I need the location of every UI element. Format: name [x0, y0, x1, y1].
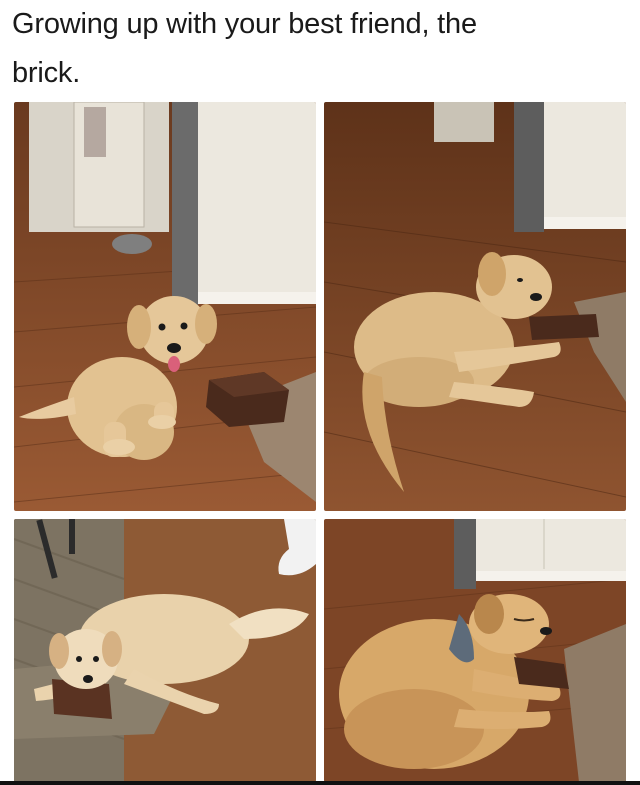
dog-on-rug-photo [14, 519, 316, 782]
photo-collage [14, 102, 626, 782]
photo-panel-dog-sleeping [324, 519, 626, 782]
puppy-lying-photo [324, 102, 626, 511]
puppy-sitting-photo [14, 102, 316, 511]
photo-panel-puppy-lying [324, 102, 626, 511]
post-caption: Growing up with your best friend, the br… [12, 0, 628, 98]
caption-line-2: brick. [12, 57, 81, 89]
dog-sleeping-photo [324, 519, 626, 782]
caption-line-1: Growing up with your best friend, the [12, 8, 477, 40]
photo-panel-puppy-sitting [14, 102, 316, 511]
photo-panel-dog-on-rug [14, 519, 316, 782]
bottom-border [0, 781, 640, 785]
